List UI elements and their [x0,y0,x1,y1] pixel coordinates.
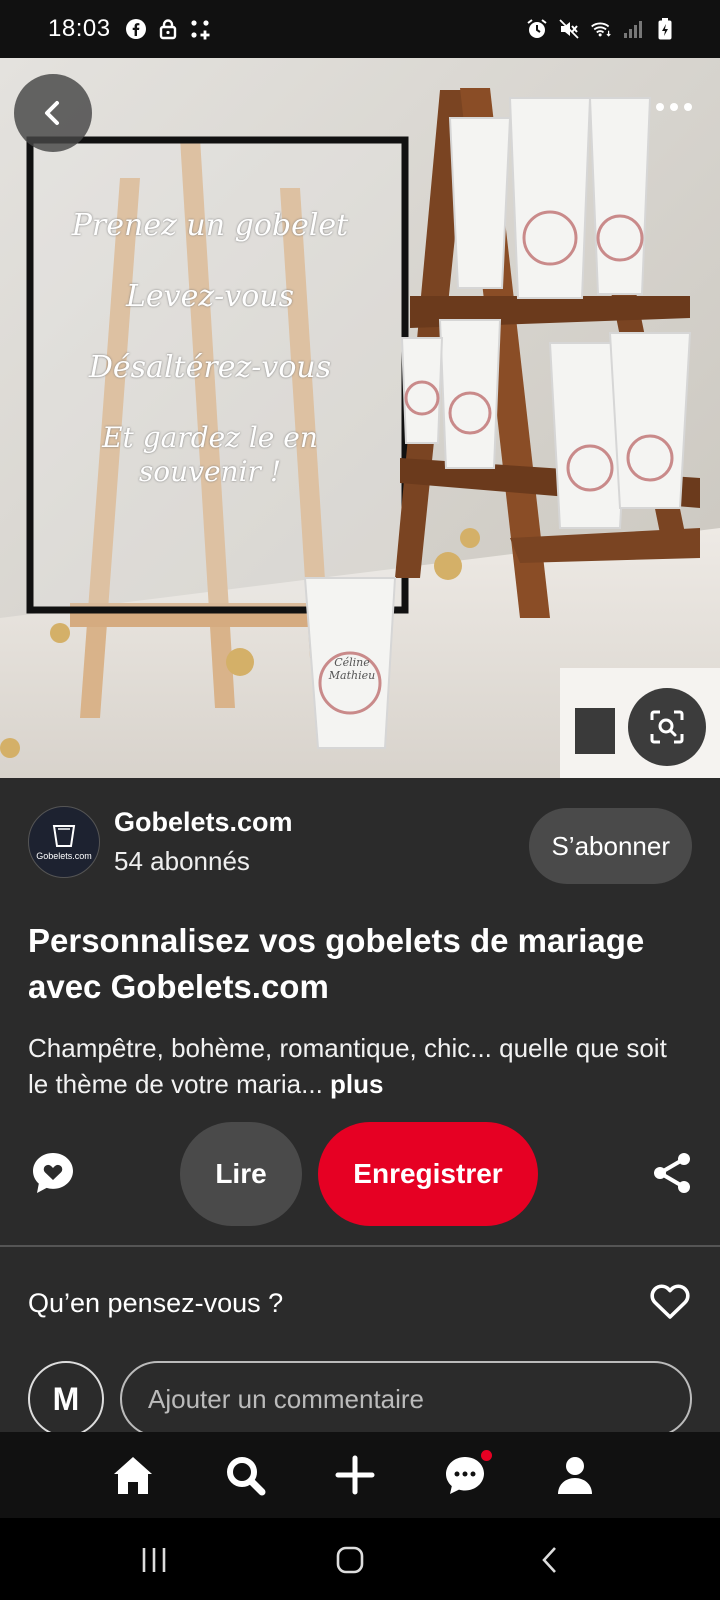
save-button[interactable]: Enregistrer [318,1122,538,1226]
more-dots-icon [656,103,692,111]
creator-row[interactable]: Gobelets.com Gobelets.com 54 abonnés [28,806,293,878]
share-icon[interactable] [652,1152,692,1194]
sign-text: Prenez un gobelet Levez-vous Désaltérez-… [60,208,360,489]
sign-line-2: Levez-vous [125,279,295,314]
lens-search-icon [650,710,684,744]
sign-line-3: Désaltérez-vous [88,350,332,385]
comment-input[interactable] [120,1361,692,1437]
follow-button[interactable]: S’abonner [529,808,692,884]
cup-print: Céline Mathieu [322,656,382,682]
sign-line-1: Prenez un gobelet [71,208,349,243]
cup-name-2: Mathieu [328,669,376,682]
status-bar: 18:03 [0,0,720,58]
battery-icon [654,18,676,40]
chevron-left-icon [45,101,59,125]
nav-profile[interactable] [552,1452,598,1498]
alarm-icon [526,18,548,40]
gobelets-logo-icon [52,825,76,847]
system-back-button[interactable] [530,1540,570,1580]
divider [0,1245,720,1247]
nav-home[interactable] [110,1452,156,1498]
back-button[interactable] [14,74,92,152]
status-time: 18:03 [48,15,111,42]
notification-dot [481,1450,492,1461]
pin-details: Gobelets.com Gobelets.com 54 abonnés S’a… [0,778,720,1437]
plus-icon [335,1455,375,1495]
nav-messages[interactable] [442,1450,492,1498]
pin-image[interactable]: Prenez un gobelet Levez-vous Désaltérez-… [0,58,720,778]
creator-name[interactable]: Gobelets.com [114,807,293,838]
user-avatar[interactable]: M [28,1361,104,1437]
cup-name-1: Céline [334,656,370,669]
system-navigation [0,1518,720,1600]
messages-icon [446,1457,484,1494]
creator-followers: 54 abonnés [114,846,250,876]
recent-apps-button[interactable] [134,1540,174,1580]
facebook-icon [125,18,147,40]
action-bar: Lire Enregistrer [0,1122,720,1226]
mute-icon [558,18,580,40]
home-square-icon [336,1546,364,1574]
sign-line-4: Et gardez le en souvenir ! [102,421,318,488]
read-button[interactable]: Lire [180,1122,302,1226]
creator-logo-text: Gobelets.com [36,851,92,861]
pin-description: Champêtre, bohème, romantique, chic... q… [28,1030,678,1102]
search-icon [227,1457,266,1496]
comment-icon[interactable] [30,1150,76,1196]
nav-search[interactable] [222,1452,268,1498]
home-button[interactable] [330,1540,370,1580]
apps-icon [189,18,211,40]
home-icon [114,1457,152,1494]
back-icon [542,1547,556,1573]
nav-create[interactable] [332,1452,378,1498]
pin-title: Personnalisez vos gobelets de mariage av… [28,922,645,1005]
profile-icon [558,1457,592,1494]
creator-avatar[interactable]: Gobelets.com [28,806,100,878]
more-options-button[interactable] [652,96,696,118]
more-link[interactable]: plus [330,1069,383,1099]
signal-icon [622,18,644,40]
comments-prompt: Qu’en pensez-vous ? [28,1288,284,1318]
visual-search-button[interactable] [628,688,706,766]
lock-icon [157,18,179,40]
heart-icon[interactable] [650,1284,690,1320]
wifi-icon [590,18,612,40]
bottom-navigation [0,1432,720,1518]
recent-apps-icon [142,1548,166,1572]
